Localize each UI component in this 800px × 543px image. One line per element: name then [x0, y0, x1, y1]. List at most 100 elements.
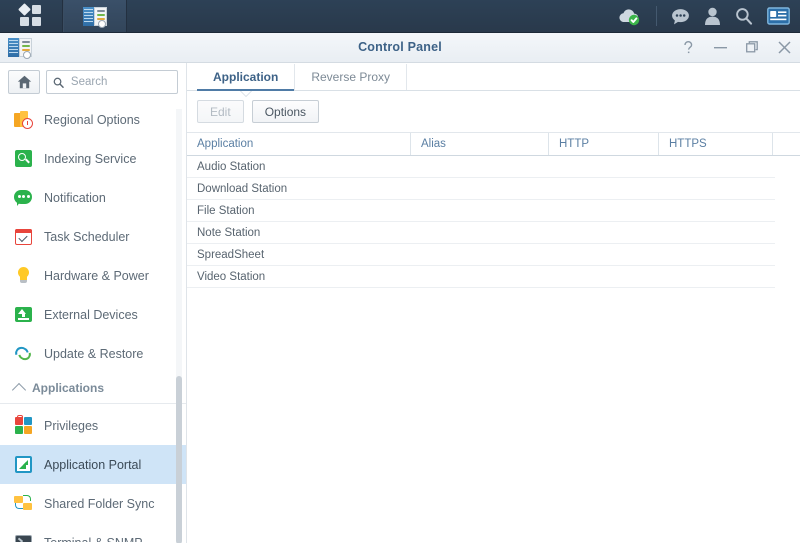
external-devices-icon: [14, 305, 33, 324]
column-header-alias[interactable]: Alias: [411, 133, 549, 155]
sidebar-item-label: Update & Restore: [44, 346, 144, 361]
sidebar-item-external-devices[interactable]: External Devices: [0, 295, 186, 334]
taskbar-tray: [616, 0, 800, 32]
table-row[interactable]: Download Station: [187, 178, 775, 200]
main-content: Application Reverse Proxy Edit Options A…: [187, 63, 800, 543]
cell-application: Video Station: [197, 270, 266, 283]
chevron-up-icon: [11, 382, 27, 397]
options-button[interactable]: Options: [251, 100, 320, 123]
sidebar-item-label: Terminal & SNMP: [44, 536, 143, 543]
cell-https: [659, 156, 773, 177]
cell-alias: [411, 222, 549, 243]
help-button[interactable]: [680, 39, 696, 55]
taskbar-spacer: [127, 0, 616, 32]
maximize-button[interactable]: [744, 39, 760, 55]
sidebar-item-regional-options[interactable]: Regional Options: [0, 100, 186, 139]
table-row[interactable]: Audio Station: [187, 156, 775, 178]
home-button[interactable]: [8, 70, 40, 94]
tab-bar: Application Reverse Proxy: [187, 63, 800, 96]
task-scheduler-icon: [14, 227, 33, 246]
taskbar-app-control-panel[interactable]: [63, 0, 127, 32]
search-icon[interactable]: [735, 7, 753, 25]
cell-application: File Station: [197, 204, 255, 217]
sidebar-item-terminal-snmp[interactable]: Terminal & SNMP: [0, 523, 186, 542]
table-header-row: Application Alias HTTP HTTPS: [187, 132, 800, 156]
chat-bubble-icon[interactable]: [671, 8, 690, 25]
minimize-button[interactable]: [712, 39, 728, 55]
table-row[interactable]: File Station: [187, 200, 775, 222]
sidebar-item-privileges[interactable]: Privileges: [0, 406, 186, 445]
cell-http: [549, 200, 659, 221]
tab-reverse-proxy[interactable]: Reverse Proxy: [295, 64, 408, 90]
column-header-http[interactable]: HTTP: [549, 133, 659, 155]
sidebar-item-label: Regional Options: [44, 112, 140, 127]
cell-application: SpreadSheet: [197, 248, 265, 261]
sidebar-nav: Regional Options Indexing Service Notifi…: [0, 100, 186, 542]
control-panel-icon: [83, 6, 107, 28]
active-tab-pointer: [239, 90, 252, 96]
sidebar-item-label: Task Scheduler: [44, 229, 130, 244]
sidebar-group-applications[interactable]: Applications: [0, 373, 186, 404]
application-table: Application Alias HTTP HTTPS Audio Stati…: [187, 132, 800, 288]
sidebar-item-label: Notification: [44, 190, 106, 205]
tab-application[interactable]: Application: [197, 64, 296, 96]
cell-alias: [411, 200, 549, 221]
cell-application: Audio Station: [197, 160, 266, 173]
sidebar-item-notification[interactable]: Notification: [0, 178, 186, 217]
sidebar-item-label: External Devices: [44, 307, 138, 322]
window-titlebar[interactable]: Control Panel: [0, 32, 800, 63]
tab-label: Reverse Proxy: [311, 70, 391, 84]
sidebar-item-application-portal[interactable]: Application Portal: [0, 445, 186, 484]
cell-http: [549, 244, 659, 265]
sidebar-item-update-restore[interactable]: Update & Restore: [0, 334, 186, 373]
cell-https: [659, 244, 773, 265]
search-icon: [53, 77, 64, 88]
table-row[interactable]: Note Station: [187, 222, 775, 244]
main-menu-button[interactable]: [0, 0, 63, 32]
tab-label: Application: [213, 70, 279, 84]
cell-https: [659, 178, 773, 199]
edit-button[interactable]: Edit: [197, 100, 244, 123]
taskbar: [0, 0, 800, 33]
table-row[interactable]: SpreadSheet: [187, 244, 775, 266]
notifications-widget-icon[interactable]: [767, 7, 790, 25]
regional-options-icon: [14, 110, 33, 129]
person-icon[interactable]: [704, 7, 721, 25]
cell-https: [659, 222, 773, 243]
cell-application: Note Station: [197, 226, 261, 239]
cell-https: [659, 200, 773, 221]
sidebar-item-label: Shared Folder Sync: [44, 496, 155, 511]
search-input[interactable]: [68, 75, 177, 89]
sidebar-item-task-scheduler[interactable]: Task Scheduler: [0, 217, 186, 256]
tray-divider: [656, 6, 657, 26]
cell-http: [549, 222, 659, 243]
sidebar-item-label: Application Portal: [44, 457, 142, 472]
sidebar-item-hardware-power[interactable]: Hardware & Power: [0, 256, 186, 295]
cloud-sync-status-icon[interactable]: [616, 6, 642, 26]
sidebar-item-shared-folder-sync[interactable]: Shared Folder Sync: [0, 484, 186, 523]
table-row[interactable]: Video Station: [187, 266, 775, 288]
desktop: Control Panel Search Regional Options In…: [0, 0, 800, 543]
cell-alias: [411, 156, 549, 177]
sidebar: Regional Options Indexing Service: [0, 63, 187, 543]
column-header-https[interactable]: HTTPS: [659, 133, 773, 155]
options-button-label: Options: [264, 104, 307, 119]
four-squares-menu-icon: [18, 3, 42, 27]
sidebar-item-indexing-service[interactable]: Indexing Service: [0, 139, 186, 178]
close-button[interactable]: [776, 39, 792, 55]
column-header-filler: [773, 133, 800, 155]
cell-alias: [411, 178, 549, 199]
cell-http: [549, 178, 659, 199]
cell-http: [549, 266, 659, 287]
terminal-snmp-icon: [14, 533, 33, 542]
sidebar-item-label: Privileges: [44, 418, 99, 433]
toolbar: Edit Options: [187, 91, 800, 132]
sidebar-scrollbar-thumb[interactable]: [176, 376, 182, 543]
cell-https: [659, 266, 773, 287]
update-restore-icon: [12, 344, 34, 363]
notification-icon: [14, 188, 33, 207]
column-header-application[interactable]: Application: [187, 133, 411, 155]
cell-http: [549, 156, 659, 177]
search-field[interactable]: [46, 70, 178, 94]
cell-alias: [411, 244, 549, 265]
